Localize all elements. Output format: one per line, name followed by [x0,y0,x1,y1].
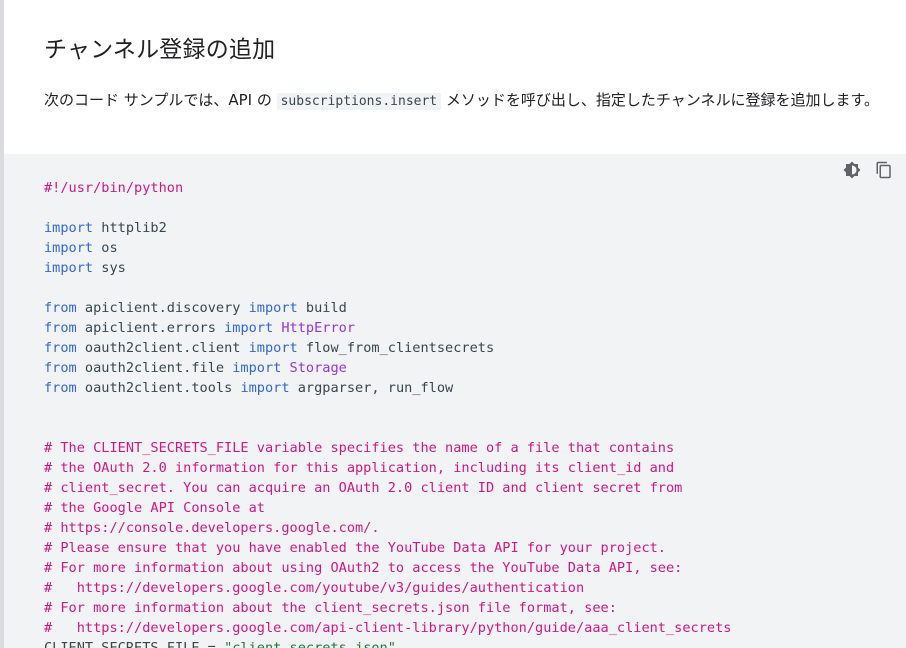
code-token: apiclient.discovery [76,300,249,316]
section-description: 次のコード サンプルでは、API の subscriptions.insert … [44,88,894,114]
code-token: HttpError [281,320,356,336]
code-line: # https://developers.google.com/api-clie… [44,618,731,638]
code-token: oauth2client.client [76,340,249,356]
code-token: # https://console.developers.google.com/… [44,520,380,536]
code-line: # https://developers.google.com/youtube/… [44,578,731,598]
page: チャンネル登録の追加 次のコード サンプルでは、API の subscripti… [0,0,906,648]
code-line: from oauth2client.client import flow_fro… [44,338,731,358]
brightness-icon [843,161,861,179]
code-token: import [248,340,298,356]
code-token: import [232,360,282,376]
code-token: from [44,340,77,356]
code-token: # the Google API Console at [44,500,265,516]
copy-code-button[interactable] [874,160,894,180]
code-line: import os [44,238,731,258]
code-token: import [44,240,94,256]
code-token: argparser, run_flow [289,380,454,396]
code-token: # For more information about using OAuth… [44,560,683,576]
code-token: # https://developers.google.com/youtube/… [44,580,585,596]
code-token: httplib2 [93,220,167,236]
code-token: # the OAuth 2.0 information for this app… [44,460,675,476]
code-token: import [224,320,274,336]
code-token: from [44,360,77,376]
code-token: #!/usr/bin/python [44,180,184,196]
code-token: apiclient.errors [76,320,225,336]
code-token: "client_secrets.json" [224,640,396,648]
code-token: import [44,260,94,276]
code-token: flow_from_clientsecrets [297,340,495,356]
code-toolbar [842,160,894,180]
code-token: # For more information about the client_… [44,600,617,616]
code-token: Storage [289,360,347,376]
code-token: from [44,380,77,396]
code-line: import sys [44,258,731,278]
code-content: #!/usr/bin/python import httplib2 import … [44,178,731,648]
code-line: # https://console.developers.google.com/… [44,518,731,538]
code-token: oauth2client.file [76,360,233,376]
code-line: # the OAuth 2.0 information for this app… [44,458,731,478]
method-name-code: subscriptions.insert [276,93,442,110]
code-line: from apiclient.discovery import build [44,298,731,318]
code-token: import [44,220,94,236]
theme-toggle-button[interactable] [842,160,862,180]
code-line: import httplib2 [44,218,731,238]
description-text-after: メソッドを呼び出し、指定したチャンネルに登録を追加します。 [441,91,879,109]
code-line: # Please ensure that you have enabled th… [44,538,731,558]
code-token: import [248,300,298,316]
code-token: sys [93,260,126,276]
code-line: CLIENT_SECRETS_FILE = "client_secrets.js… [44,638,731,648]
code-token: CLIENT_SECRETS_FILE = [44,640,225,648]
code-token: os [93,240,118,256]
code-token: from [44,320,77,336]
code-line: # the Google API Console at [44,498,731,518]
code-line: from oauth2client.tools import argparser… [44,378,731,398]
code-token: build [297,300,347,316]
code-token: # Please ensure that you have enabled th… [44,540,666,556]
description-text-before: 次のコード サンプルでは、API の [44,91,277,109]
copy-icon [876,161,891,179]
code-token: import [240,380,290,396]
code-line: # The CLIENT_SECRETS_FILE variable speci… [44,438,731,458]
section-title: チャンネル登録の追加 [44,37,276,63]
code-line: #!/usr/bin/python [44,178,731,198]
code-token: oauth2client.tools [76,380,241,396]
code-sample-block: #!/usr/bin/python import httplib2 import … [4,154,906,648]
code-token: from [44,300,77,316]
code-token: # client_secret. You can acquire an OAut… [44,480,683,496]
code-line: from apiclient.errors import HttpError [44,318,731,338]
code-token: # The CLIENT_SECRETS_FILE variable speci… [44,440,675,456]
code-line: # client_secret. You can acquire an OAut… [44,478,731,498]
code-line: from oauth2client.file import Storage [44,358,731,378]
code-line: # For more information about using OAuth… [44,558,731,578]
code-token: # https://developers.google.com/api-clie… [44,620,732,636]
code-line: # For more information about the client_… [44,598,731,618]
